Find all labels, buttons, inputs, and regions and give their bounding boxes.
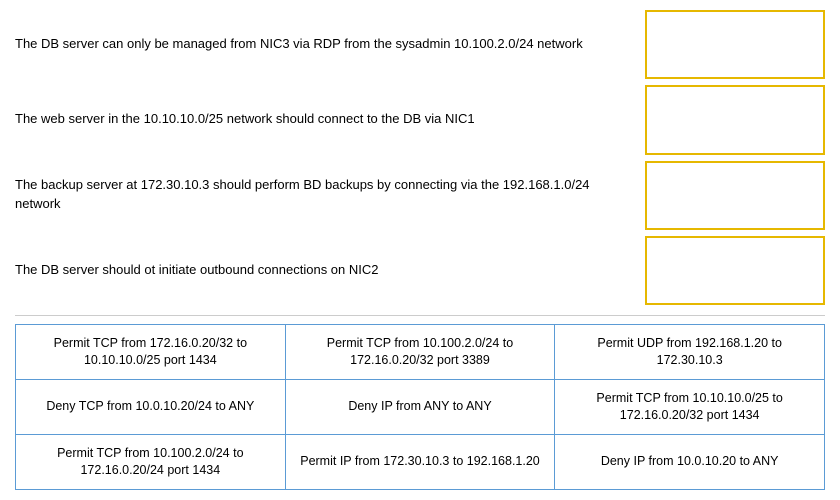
answer-box-2[interactable] (645, 85, 825, 154)
option-label-9: Deny IP from 10.0.10.20 to ANY (601, 453, 779, 471)
option-cell-7[interactable]: Permit TCP from 10.100.2.0/24 to 172.16.… (16, 435, 286, 490)
option-label-8: Permit IP from 172.30.10.3 to 192.168.1.… (300, 453, 540, 471)
questions-column: The DB server can only be managed from N… (15, 10, 635, 305)
answer-box-4[interactable] (645, 236, 825, 305)
question-item-2: The web server in the 10.10.10.0/25 netw… (15, 85, 635, 154)
option-cell-2[interactable]: Permit TCP from 10.100.2.0/24 to 172.16.… (286, 325, 556, 380)
option-cell-9[interactable]: Deny IP from 10.0.10.20 to ANY (555, 435, 825, 490)
question-text-3: The backup server at 172.30.10.3 should … (15, 176, 635, 212)
option-label-1: Permit TCP from 172.16.0.20/32 to 10.10.… (26, 335, 275, 370)
answer-box-1[interactable] (645, 10, 825, 79)
option-label-5: Deny IP from ANY to ANY (348, 398, 491, 416)
question-text-4: The DB server should ot initiate outboun… (15, 261, 379, 279)
option-label-2: Permit TCP from 10.100.2.0/24 to 172.16.… (296, 335, 545, 370)
question-item-4: The DB server should ot initiate outboun… (15, 236, 635, 305)
question-text-2: The web server in the 10.10.10.0/25 netw… (15, 110, 475, 128)
bottom-section: Permit TCP from 172.16.0.20/32 to 10.10.… (15, 315, 825, 490)
option-cell-1[interactable]: Permit TCP from 172.16.0.20/32 to 10.10.… (16, 325, 286, 380)
answer-boxes-column (645, 10, 825, 305)
option-label-4: Deny TCP from 10.0.10.20/24 to ANY (46, 398, 254, 416)
main-container: The DB server can only be managed from N… (0, 0, 840, 500)
option-cell-4[interactable]: Deny TCP from 10.0.10.20/24 to ANY (16, 380, 286, 435)
option-cell-3[interactable]: Permit UDP from 192.168.1.20 to 172.30.1… (555, 325, 825, 380)
option-label-3: Permit UDP from 192.168.1.20 to 172.30.1… (565, 335, 814, 370)
top-section: The DB server can only be managed from N… (15, 10, 825, 315)
option-label-6: Permit TCP from 10.10.10.0/25 to 172.16.… (565, 390, 814, 425)
option-cell-8[interactable]: Permit IP from 172.30.10.3 to 192.168.1.… (286, 435, 556, 490)
question-item-1: The DB server can only be managed from N… (15, 10, 635, 79)
option-cell-6[interactable]: Permit TCP from 10.10.10.0/25 to 172.16.… (555, 380, 825, 435)
option-cell-5[interactable]: Deny IP from ANY to ANY (286, 380, 556, 435)
answer-box-3[interactable] (645, 161, 825, 230)
option-label-7: Permit TCP from 10.100.2.0/24 to 172.16.… (26, 445, 275, 480)
question-item-3: The backup server at 172.30.10.3 should … (15, 161, 635, 230)
question-text-1: The DB server can only be managed from N… (15, 35, 583, 53)
options-grid: Permit TCP from 172.16.0.20/32 to 10.10.… (15, 324, 825, 490)
